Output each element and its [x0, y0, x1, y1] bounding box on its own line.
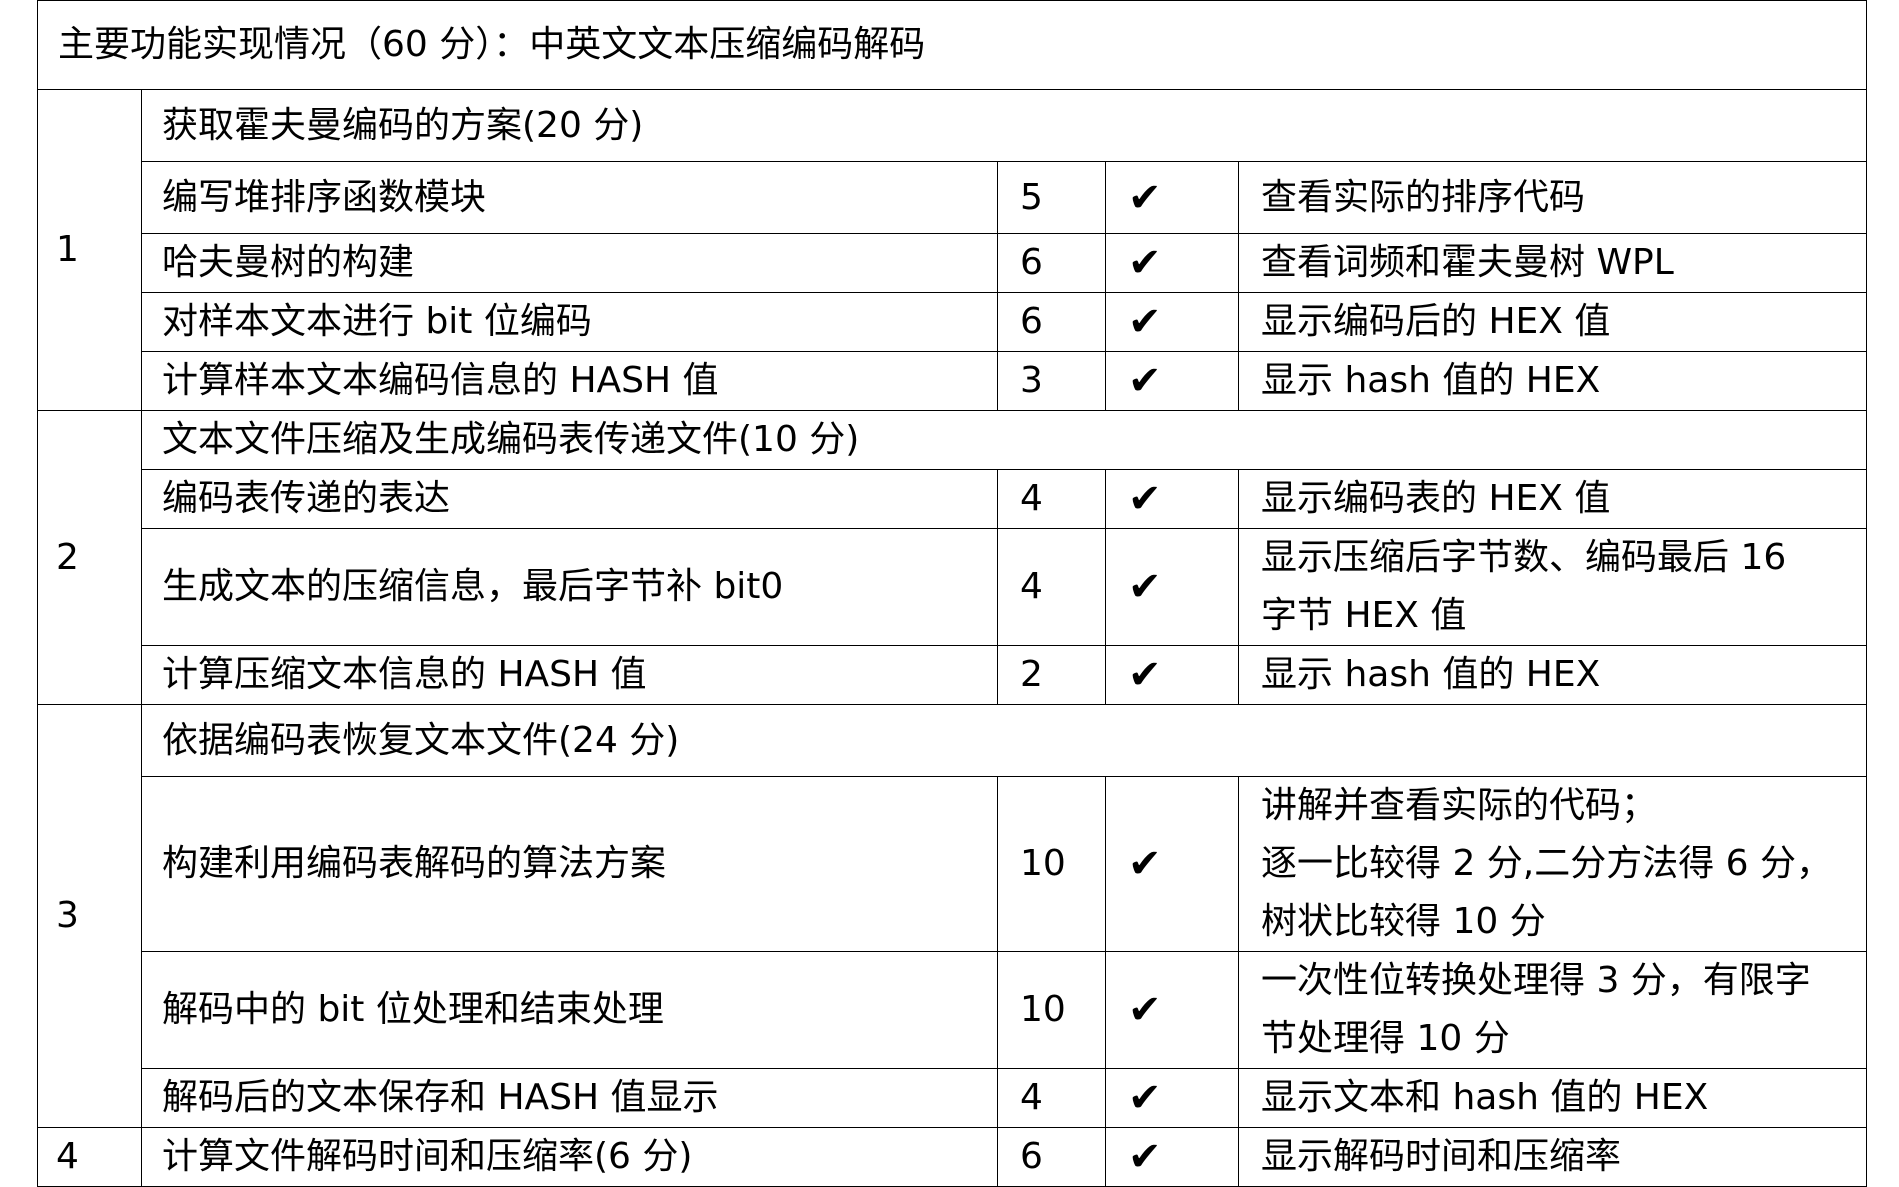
note-cell: 显示 hash 值的 HEX — [1237, 645, 1868, 705]
check-icon: ✔ — [1105, 1127, 1239, 1187]
note-cell: 显示编码后的 HEX 值 — [1237, 292, 1868, 352]
note-cell: 显示压缩后字节数、编码最后 16 字节 HEX 值 — [1237, 528, 1868, 646]
section-title: 依据编码表恢复文本文件(24 分) — [140, 704, 1868, 777]
points-cell: 2 — [997, 645, 1106, 705]
points-cell: 6 — [997, 1127, 1106, 1187]
note-cell: 查看实际的排序代码 — [1237, 161, 1868, 234]
check-icon: ✔ — [1105, 1068, 1239, 1128]
table-row: 解码后的文本保存和 HASH 值显示 4 ✔ 显示文本和 hash 值的 HEX — [38, 1068, 1868, 1128]
task-cell: 构建利用编码表解码的算法方案 — [141, 776, 998, 952]
table-row: 计算样本文本编码信息的 HASH 值 3 ✔ 显示 hash 值的 HEX — [38, 351, 1868, 411]
check-icon: ✔ — [1105, 161, 1239, 234]
points-cell: 4 — [997, 469, 1106, 529]
table-row: 构建利用编码表解码的算法方案 10 ✔ 讲解并查看实际的代码； 逐一比较得 2 … — [38, 776, 1868, 952]
table-row: 编写堆排序函数模块 5 ✔ 查看实际的排序代码 — [38, 161, 1868, 234]
check-icon: ✔ — [1105, 292, 1239, 352]
section-title: 获取霍夫曼编码的方案(20 分) — [140, 89, 1868, 162]
note-line: 逐一比较得 2 分,二分方法得 6 分， — [1261, 843, 1833, 884]
table-row: 生成文本的压缩信息，最后字节补 bit0 4 ✔ 显示压缩后字节数、编码最后 1… — [38, 528, 1868, 646]
table-title: 主要功能实现情况（60 分）：中英文文本压缩编码解码 — [36, 0, 1868, 90]
points-cell: 4 — [997, 1068, 1106, 1128]
points-cell: 10 — [997, 776, 1106, 952]
task-cell: 哈夫曼树的构建 — [141, 233, 998, 293]
check-icon: ✔ — [1105, 645, 1239, 705]
note-cell: 讲解并查看实际的代码； 逐一比较得 2 分,二分方法得 6 分， 树状比较得 1… — [1237, 776, 1868, 952]
note-line: 讲解并查看实际的代码； — [1261, 785, 1658, 826]
points-cell: 5 — [997, 161, 1106, 234]
check-icon: ✔ — [1105, 776, 1239, 952]
note-line: 显示解码时间和压缩率 — [1261, 1136, 1622, 1177]
task-cell: 生成文本的压缩信息，最后字节补 bit0 — [141, 528, 998, 646]
section-title: 文本文件压缩及生成编码表传递文件(10 分) — [140, 410, 1868, 470]
table-row: 编码表传递的表达 4 ✔ 显示编码表的 HEX 值 — [38, 469, 1868, 529]
check-icon: ✔ — [1105, 469, 1239, 529]
note-line: 字节 HEX 值 — [1261, 595, 1467, 636]
points-cell: 3 — [997, 351, 1106, 411]
check-icon: ✔ — [1105, 528, 1239, 646]
task-cell: 计算样本文本编码信息的 HASH 值 — [141, 351, 998, 411]
note-cell: 显示解码时间和压缩率 — [1237, 1127, 1868, 1187]
task-cell: 计算压缩文本信息的 HASH 值 — [141, 645, 998, 705]
check-icon: ✔ — [1105, 233, 1239, 293]
note-line: 一次性位转换处理得 3 分，有限字 — [1261, 960, 1811, 1001]
note-line: 显示文本和 hash 值的 HEX — [1261, 1077, 1709, 1118]
table-row: 计算压缩文本信息的 HASH 值 2 ✔ 显示 hash 值的 HEX — [38, 645, 1868, 705]
check-icon: ✔ — [1105, 351, 1239, 411]
note-line: 节处理得 10 分 — [1261, 1018, 1510, 1059]
task-cell: 解码中的 bit 位处理和结束处理 — [141, 951, 998, 1069]
note-line: 显示压缩后字节数、编码最后 16 — [1261, 537, 1787, 578]
group-number: 3 — [37, 704, 142, 1128]
note-line: 树状比较得 10 分 — [1261, 901, 1546, 942]
group-number: 1 — [37, 89, 142, 411]
task-cell: 解码后的文本保存和 HASH 值显示 — [141, 1068, 998, 1128]
task-cell: 编码表传递的表达 — [141, 469, 998, 529]
note-cell: 显示 hash 值的 HEX — [1237, 351, 1868, 411]
note-cell: 查看词频和霍夫曼树 WPL — [1237, 233, 1868, 293]
task-cell: 对样本文本进行 bit 位编码 — [141, 292, 998, 352]
points-cell: 6 — [997, 292, 1106, 352]
points-cell: 4 — [997, 528, 1106, 646]
note-line: 显示编码表的 HEX 值 — [1261, 478, 1611, 519]
task-cell: 计算文件解码时间和压缩率(6 分) — [141, 1127, 998, 1187]
note-line: 显示 hash 值的 HEX — [1261, 654, 1601, 695]
task-cell: 编写堆排序函数模块 — [141, 161, 998, 234]
check-icon: ✔ — [1105, 951, 1239, 1069]
note-line: 查看实际的排序代码 — [1261, 176, 1586, 218]
note-cell: 显示编码表的 HEX 值 — [1237, 469, 1868, 529]
grading-table: 主要功能实现情况（60 分）：中英文文本压缩编码解码 1 获取霍夫曼编码的方案(… — [36, 0, 1868, 1187]
group-number: 2 — [37, 410, 142, 705]
table-row: 4 计算文件解码时间和压缩率(6 分) 6 ✔ 显示解码时间和压缩率 — [37, 1127, 1868, 1187]
note-line: 显示 hash 值的 HEX — [1261, 360, 1601, 401]
points-cell: 10 — [997, 951, 1106, 1069]
table-row: 哈夫曼树的构建 6 ✔ 查看词频和霍夫曼树 WPL — [38, 233, 1868, 293]
group-number: 4 — [37, 1127, 142, 1187]
table-row: 解码中的 bit 位处理和结束处理 10 ✔ 一次性位转换处理得 3 分，有限字… — [38, 951, 1868, 1069]
note-cell: 显示文本和 hash 值的 HEX — [1237, 1068, 1868, 1128]
points-cell: 6 — [997, 233, 1106, 293]
grading-sheet: 主要功能实现情况（60 分）：中英文文本压缩编码解码 1 获取霍夫曼编码的方案(… — [36, 0, 1868, 1187]
table-row: 对样本文本进行 bit 位编码 6 ✔ 显示编码后的 HEX 值 — [38, 292, 1868, 352]
note-cell: 一次性位转换处理得 3 分，有限字 节处理得 10 分 — [1237, 951, 1868, 1069]
note-line: 显示编码后的 HEX 值 — [1261, 301, 1611, 342]
note-line: 查看词频和霍夫曼树 WPL — [1261, 242, 1674, 283]
